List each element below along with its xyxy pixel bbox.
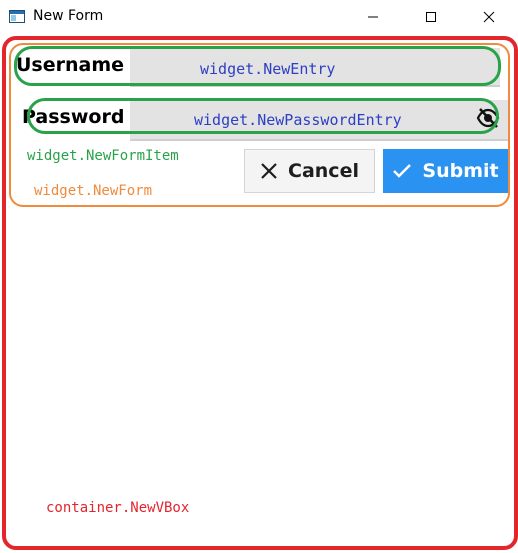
vbox-annotation: container.NewVBox (46, 500, 190, 516)
form-item-annotation: widget.NewFormItem (27, 148, 179, 164)
minimize-button[interactable] (350, 0, 396, 34)
password-form-item-outline (27, 98, 499, 134)
username-form-item-outline (14, 46, 501, 86)
submit-button-label: Submit (422, 160, 499, 182)
cancel-button[interactable]: Cancel (244, 149, 375, 193)
window-title: New Form (33, 8, 104, 24)
submit-button[interactable]: Submit (383, 149, 508, 193)
maximize-icon (426, 12, 436, 22)
check-icon (393, 164, 412, 178)
app-icon (9, 10, 25, 23)
close-icon (483, 11, 495, 23)
minimize-icon (368, 16, 378, 18)
form-annotation: widget.NewForm (34, 183, 153, 199)
close-icon (261, 163, 277, 179)
maximize-button[interactable] (408, 0, 454, 34)
close-button[interactable] (466, 0, 512, 34)
title-bar: New Form (0, 0, 518, 34)
cancel-button-label: Cancel (288, 160, 359, 182)
